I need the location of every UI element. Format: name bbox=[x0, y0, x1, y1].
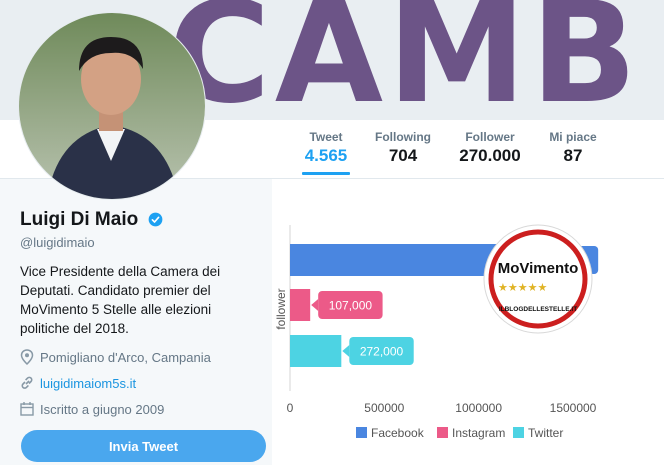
legend-swatch bbox=[356, 427, 367, 438]
bar-twitter[interactable] bbox=[290, 335, 342, 367]
bar-facebook[interactable] bbox=[290, 244, 512, 276]
stat-label: Mi piace bbox=[549, 130, 597, 144]
legend-label: Instagram bbox=[452, 426, 505, 440]
logo-title: MoVimento bbox=[498, 260, 579, 277]
legend-swatch bbox=[437, 427, 448, 438]
banner-text: CAMB bbox=[168, 0, 642, 120]
tab-tweet[interactable]: Tweet 4.565 bbox=[302, 130, 350, 175]
legend-label: Facebook bbox=[371, 426, 425, 440]
stat-value: 270.000 bbox=[459, 146, 521, 165]
stat-value: 704 bbox=[388, 146, 418, 165]
stat-label: Follower bbox=[465, 130, 515, 144]
x-tick-label: 500000 bbox=[364, 401, 404, 415]
x-tick-label: 0 bbox=[287, 401, 294, 415]
legend-label: Twitter bbox=[528, 426, 563, 440]
logo-subtitle: ILBLOGDELLESTELLE.IT bbox=[499, 306, 577, 313]
avatar-photo bbox=[19, 13, 205, 199]
joined-text: Iscritto a giugno 2009 bbox=[40, 402, 165, 417]
stat-value: 87 bbox=[563, 146, 583, 165]
avatar[interactable] bbox=[18, 12, 206, 200]
tab-mi-piace[interactable]: Mi piace 87 bbox=[546, 130, 600, 166]
stat-value: 4.565 bbox=[304, 146, 348, 165]
link-icon bbox=[21, 376, 33, 389]
m5s-logo: MoVimento ★★★★★ ILBLOGDELLESTELLE.IT bbox=[483, 224, 593, 334]
legend-item-facebook[interactable]: Facebook bbox=[356, 426, 425, 440]
location-pin-icon bbox=[20, 349, 34, 365]
bar-instagram[interactable] bbox=[290, 289, 311, 321]
stat-label: Tweet bbox=[309, 130, 343, 144]
profile-bio: Vice Presidente della Camera dei Deputat… bbox=[20, 264, 221, 336]
follower-bar-chart: follower 1,173,390107,000272,000 0500000… bbox=[274, 224, 599, 440]
verified-badge-icon bbox=[148, 212, 163, 227]
active-tab-indicator bbox=[302, 172, 350, 175]
logo-stars: ★★★★★ bbox=[498, 282, 547, 294]
data-label-pointer bbox=[342, 345, 350, 357]
data-label: 107,000 bbox=[329, 299, 373, 313]
send-tweet-button[interactable]: Invia Tweet bbox=[21, 430, 266, 462]
legend-item-instagram[interactable]: Instagram bbox=[437, 426, 505, 440]
calendar-icon bbox=[20, 402, 34, 416]
website-link[interactable]: luigidimaiom5s.it bbox=[40, 376, 136, 391]
x-tick-label: 1500000 bbox=[550, 401, 597, 415]
legend-swatch bbox=[513, 427, 524, 438]
follower-chart: follower 1,173,390107,000272,000 0500000… bbox=[272, 185, 664, 465]
y-axis-label: follower bbox=[274, 288, 288, 329]
x-tick-label: 1000000 bbox=[455, 401, 502, 415]
tab-follower[interactable]: Follower 270.000 bbox=[454, 130, 526, 166]
profile-name[interactable]: Luigi Di Maio bbox=[20, 209, 138, 231]
stat-label: Following bbox=[375, 130, 431, 144]
data-label: 272,000 bbox=[360, 345, 404, 359]
profile-handle[interactable]: @luigidimaio bbox=[20, 235, 95, 250]
data-label-pointer bbox=[311, 299, 319, 311]
tab-following[interactable]: Following 704 bbox=[372, 130, 434, 166]
location-text: Pomigliano d'Arco, Campania bbox=[40, 350, 211, 365]
legend-item-twitter[interactable]: Twitter bbox=[513, 426, 563, 440]
